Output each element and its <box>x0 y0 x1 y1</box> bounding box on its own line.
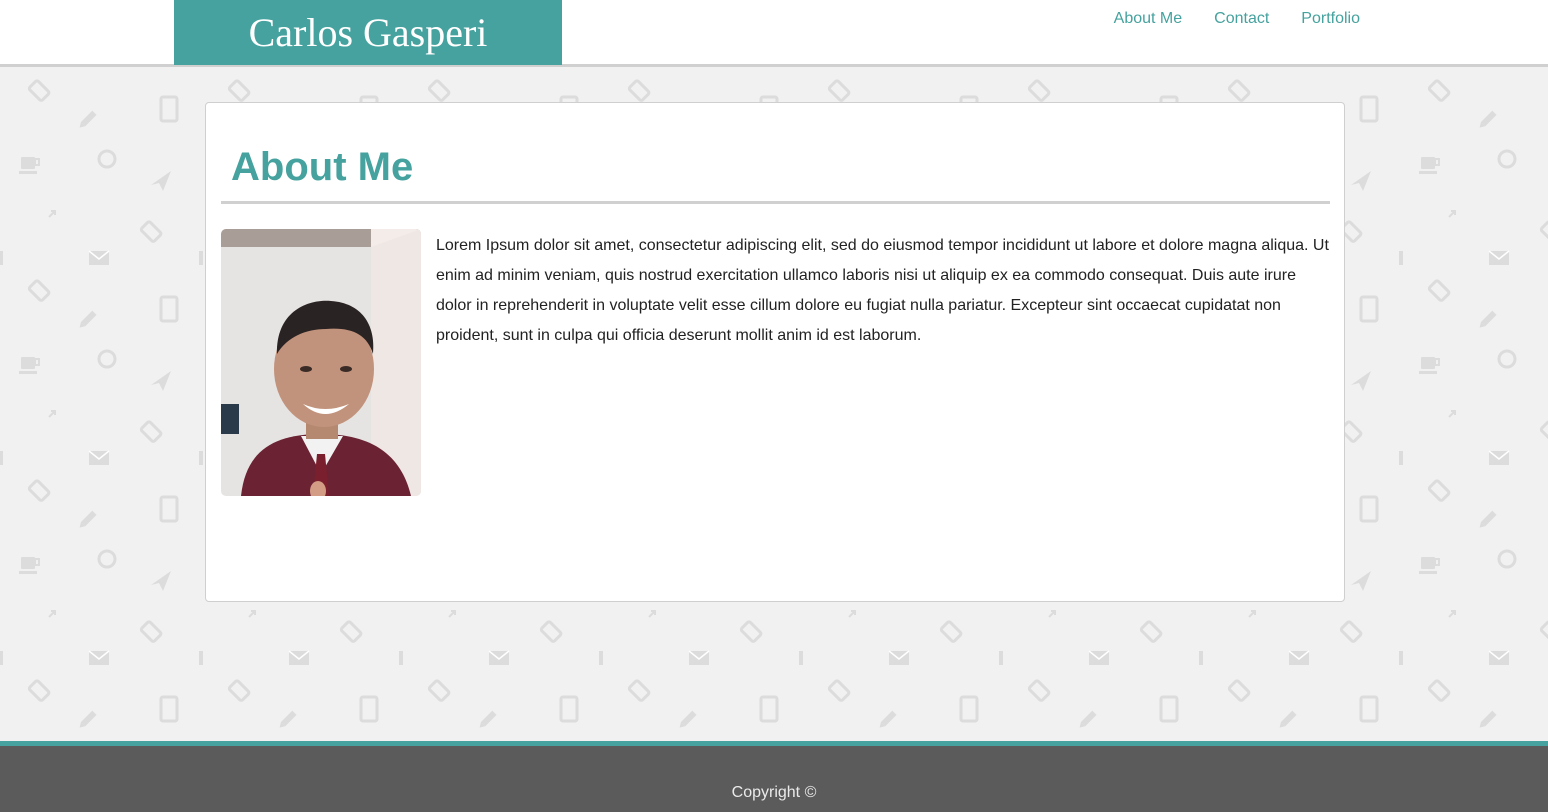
profile-photo <box>221 229 421 496</box>
copyright-text: Copyright © <box>731 784 817 801</box>
title-divider <box>221 201 1330 204</box>
site-footer: Copyright © <box>0 741 1548 812</box>
page-title: About Me <box>231 145 414 189</box>
nav-link-about-me[interactable]: About Me <box>1114 10 1182 28</box>
brand-logo[interactable]: Carlos Gasperi <box>174 0 562 65</box>
main-nav: About Me Contact Portfolio <box>1114 10 1360 28</box>
nav-link-portfolio[interactable]: Portfolio <box>1301 10 1360 28</box>
brand-name[interactable]: Carlos Gasperi <box>249 9 488 56</box>
about-card: About Me Lorem Ipsum dolor sit amet, con… <box>205 102 1345 602</box>
about-bio-text: Lorem Ipsum dolor sit amet, consectetur … <box>436 237 1329 344</box>
site-header: Carlos Gasperi About Me Contact Portfoli… <box>0 0 1548 67</box>
nav-link-contact[interactable]: Contact <box>1214 10 1269 28</box>
